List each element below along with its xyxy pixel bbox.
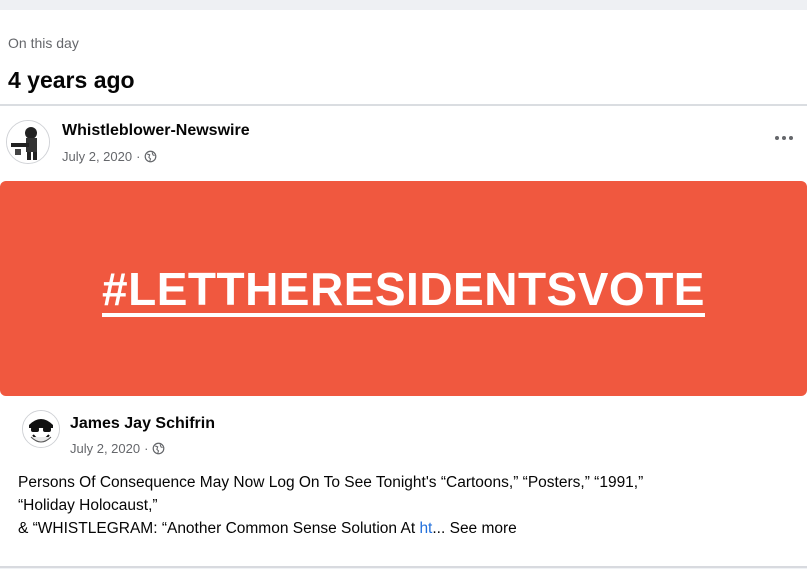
shared-post-date[interactable]: July 2, 2020 <box>70 441 140 456</box>
memory-title: 4 years ago <box>8 67 135 93</box>
ellipsis-dot <box>782 136 786 140</box>
more-options-button[interactable] <box>771 128 797 148</box>
top-strip <box>0 0 807 10</box>
page-avatar[interactable] <box>6 120 50 164</box>
shared-author-avatar[interactable] <box>22 410 60 448</box>
shared-post-meta: July 2, 2020 · <box>70 441 165 456</box>
see-more-link[interactable]: See more <box>445 520 517 537</box>
shared-post-text: Persons Of Consequence May Now Log On To… <box>18 471 798 540</box>
post-text-prefix: & “WHISTLEGRAM: “Another Common Sense So… <box>18 520 420 537</box>
post-date[interactable]: July 2, 2020 <box>62 149 132 164</box>
shared-avatar-image <box>23 411 59 447</box>
ellipsis-dot <box>789 136 793 140</box>
page-avatar-image <box>7 121 49 163</box>
post-meta: July 2, 2020 · <box>62 149 157 164</box>
truncation-ellipsis: ... <box>432 520 446 537</box>
memory-label: On this day <box>8 35 79 51</box>
hashtag-banner[interactable]: #LETTHERESIDENTSVOTE <box>0 181 807 396</box>
memory-header: On this day 4 years ago <box>0 10 807 105</box>
post-text-line: “Holiday Holocaust,” <box>18 497 158 514</box>
post-text-line: Persons Of Consequence May Now Log On To… <box>18 474 644 491</box>
post-author-name[interactable]: Whistleblower-Newswire <box>62 122 250 140</box>
shared-author-name[interactable]: James Jay Schifrin <box>70 415 215 433</box>
meta-separator: · <box>144 441 149 456</box>
post-card: Whistleblower-Newswire July 2, 2020 · #L… <box>0 106 807 568</box>
ellipsis-icon <box>775 136 779 140</box>
globe-icon[interactable] <box>152 442 165 455</box>
post-text-line: & “WHISTLEGRAM: “Another Common Sense So… <box>18 517 798 540</box>
meta-separator: · <box>136 149 141 164</box>
post-link[interactable]: ht <box>419 520 432 537</box>
hashtag-link[interactable]: #LETTHERESIDENTSVOTE <box>102 262 705 316</box>
globe-icon[interactable] <box>144 150 157 163</box>
